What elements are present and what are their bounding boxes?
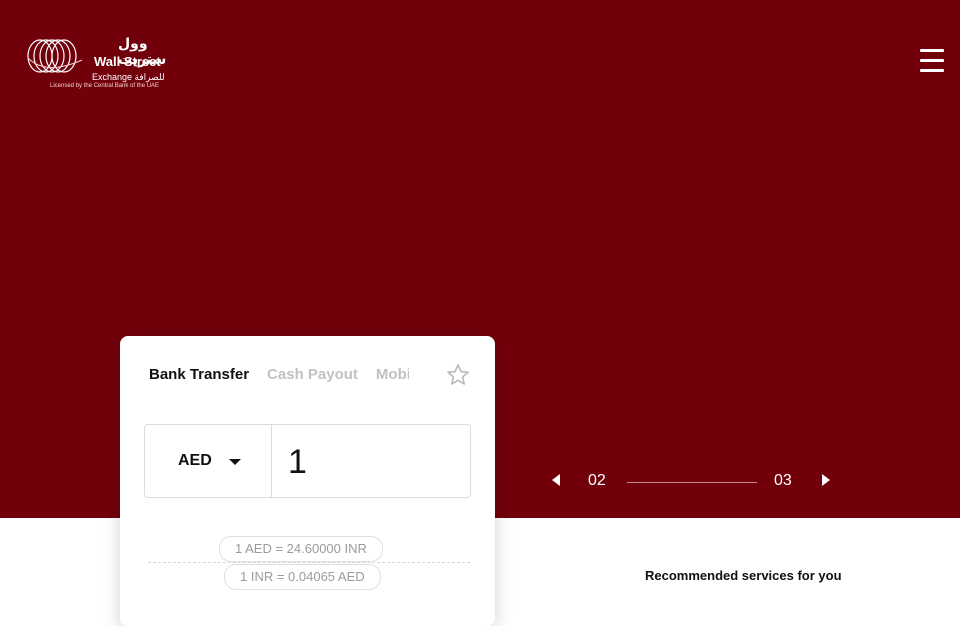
logo-name: Wall Street <box>94 54 161 69</box>
triangle-right-icon[interactable] <box>818 472 834 488</box>
wall-street-logo-icon <box>27 39 83 73</box>
hamburger-icon[interactable] <box>918 48 946 74</box>
currency-converter-card: Bank Transfer Cash Payout Mobile Wallet AE… <box>120 336 495 626</box>
brand-logo[interactable]: وول ستريت Wall Street Exchange للصرافة L… <box>26 36 166 92</box>
tab-mobile-wallet[interactable]: Mobile Wallet <box>376 366 409 383</box>
transfer-type-tabs: Bank Transfer Cash Payout Mobile Wallet <box>149 366 409 388</box>
caret-down-icon <box>229 459 241 465</box>
amount-input[interactable] <box>272 425 480 499</box>
triangle-left-icon[interactable] <box>548 472 564 488</box>
slide-current-number: 02 <box>588 472 606 489</box>
tab-bank-transfer[interactable]: Bank Transfer <box>149 366 249 383</box>
selected-currency: AED <box>178 452 212 469</box>
recommended-services-title: Recommended services for you <box>645 568 842 583</box>
exchange-rates: 1 AED = 24.60000 INR 1 INR = 0.04065 AED <box>148 534 470 594</box>
tab-cash-payout[interactable]: Cash Payout <box>267 366 358 383</box>
rate-inverse: 1 INR = 0.04065 AED <box>224 564 381 590</box>
slide-total-number: 03 <box>774 472 792 489</box>
logo-exchange: Exchange للصرافة <box>92 72 165 82</box>
rate-divider <box>148 562 470 563</box>
menu-line <box>920 69 944 72</box>
slide-progress-track <box>627 482 757 483</box>
rate-forward: 1 AED = 24.60000 INR <box>219 536 383 562</box>
currency-select[interactable]: AED <box>145 425 272 497</box>
hero-slider-controls: 02 03 <box>548 468 838 494</box>
logo-tagline: Licensed by the Central Bank of the UAE <box>50 83 160 89</box>
star-outline-icon[interactable] <box>446 363 470 387</box>
menu-line <box>920 49 944 52</box>
menu-line <box>920 59 944 62</box>
amount-entry: AED <box>144 424 480 499</box>
